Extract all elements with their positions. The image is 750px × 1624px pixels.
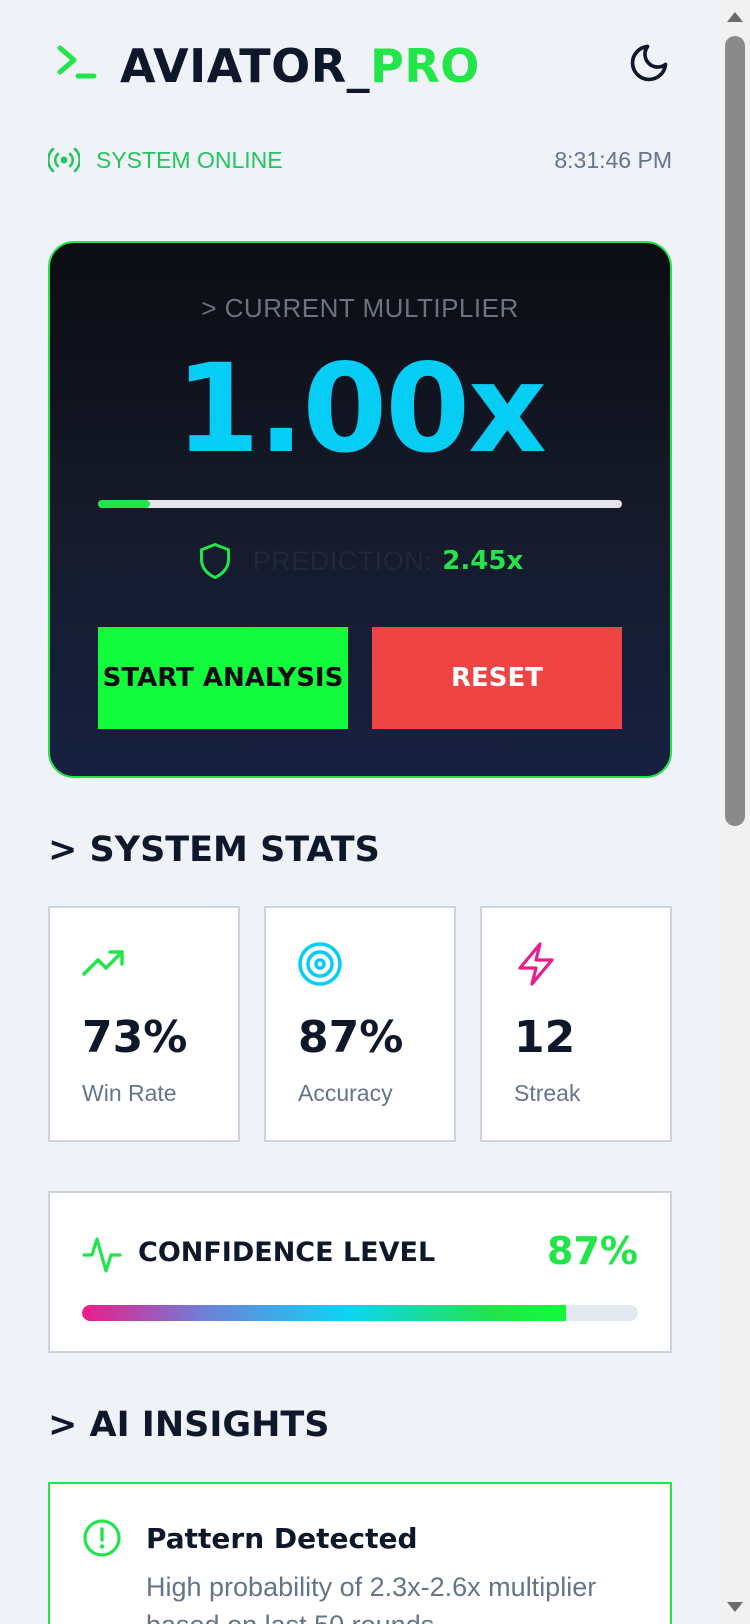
system-status-label: SYSTEM ONLINE — [96, 147, 283, 173]
stat-label: Accuracy — [298, 1080, 393, 1106]
prediction-value: 2.45x — [442, 546, 524, 576]
shield-icon — [199, 543, 230, 579]
stat-card-streak: 12 Streak — [480, 906, 672, 1142]
trending-up-icon — [82, 950, 124, 976]
stat-card-accuracy: 87% Accuracy — [264, 906, 456, 1142]
page-scrollbar[interactable] — [720, 0, 750, 1624]
confidence-label: CONFIDENCE LEVEL — [138, 1237, 436, 1268]
scroll-down-arrow[interactable] — [727, 1602, 743, 1612]
signal-icon — [48, 147, 80, 173]
scroll-up-arrow[interactable] — [727, 12, 743, 22]
multiplier-progress-fill — [98, 500, 151, 508]
stat-label: Win Rate — [82, 1080, 177, 1106]
system-stats-heading: > SYSTEM STATS — [48, 830, 380, 870]
confidence-value: 87% — [547, 1229, 638, 1273]
app-header: AVIATOR_PRO — [48, 36, 672, 96]
stat-value: 87% — [298, 1012, 404, 1063]
system-status-bar: SYSTEM ONLINE 8:31:46 PM — [48, 140, 672, 180]
current-multiplier-label: > CURRENT MULTIPLIER — [201, 293, 519, 323]
app-title-main: AVIATOR_ — [120, 39, 371, 93]
confidence-bar — [82, 1305, 638, 1321]
app-page: AVIATOR_PRO SYSTEM ONLINE 8:31:46 PM > C… — [0, 0, 720, 1624]
confidence-card: CONFIDENCE LEVEL 87% — [48, 1191, 672, 1353]
ai-insights-heading: > AI INSIGHTS — [48, 1405, 330, 1445]
activity-icon — [82, 1237, 122, 1273]
stat-value: 73% — [82, 1012, 188, 1063]
app-title: AVIATOR_PRO — [120, 36, 480, 96]
lightning-icon — [518, 942, 554, 986]
theme-toggle-button[interactable] — [626, 40, 672, 86]
app-title-accent: PRO — [370, 39, 480, 93]
start-analysis-button[interactable]: START ANALYSIS — [98, 627, 348, 729]
insight-text: High probability of 2.3x-2.6x multiplier… — [146, 1572, 597, 1624]
stat-value: 12 — [514, 1012, 576, 1063]
prediction-label: PREDICTION: — [252, 545, 433, 576]
multiplier-card: > CURRENT MULTIPLIER 1.00x PREDICTION: 2… — [48, 241, 672, 778]
scrollbar-thumb[interactable] — [725, 36, 745, 826]
multiplier-progress-bar — [98, 500, 622, 508]
stat-label: Streak — [514, 1080, 581, 1106]
alert-circle-icon — [83, 1519, 121, 1557]
target-icon — [298, 942, 342, 986]
reset-button[interactable]: RESET — [372, 627, 622, 729]
confidence-bar-fill — [82, 1305, 566, 1321]
stat-card-win-rate: 73% Win Rate — [48, 906, 240, 1142]
current-multiplier-value: 1.00x — [175, 338, 547, 480]
moon-icon — [630, 44, 668, 82]
prediction-row: PREDICTION: 2.45x — [50, 538, 670, 584]
insight-card: Pattern Detected High probability of 2.3… — [48, 1482, 672, 1624]
insight-title: Pattern Detected — [146, 1522, 418, 1555]
clock-time: 8:31:46 PM — [554, 147, 672, 173]
terminal-icon — [57, 45, 97, 79]
